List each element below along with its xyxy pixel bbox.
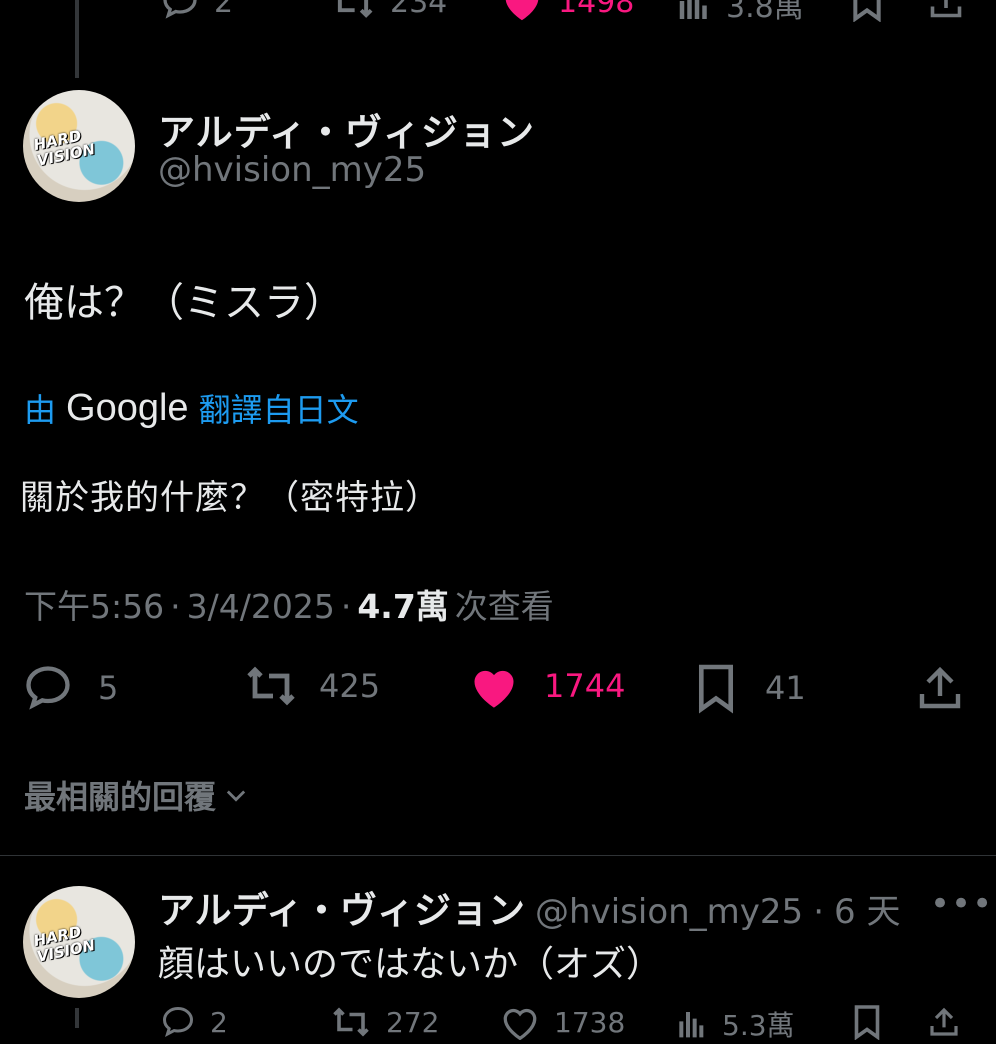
share-action[interactable] xyxy=(928,0,964,22)
views-action[interactable]: 3.8萬 xyxy=(676,0,804,26)
views-count: 4.7萬 xyxy=(357,587,449,626)
analytics-icon xyxy=(679,0,707,19)
meta-dot: · xyxy=(340,587,352,626)
views-count: 3.8萬 xyxy=(726,0,804,25)
translation-attribution[interactable]: 由 Google 翻譯自日文 xyxy=(24,385,359,431)
reply-header: アルディ・ヴィジョン @hvision_my25 · 6 天 xyxy=(158,880,900,934)
share-action[interactable] xyxy=(916,662,964,714)
tweet-actions: 5 425 1744 41 xyxy=(0,662,996,722)
tweet-meta: 下午5:56 · 3/4/2025 · 4.7萬 次查看 xyxy=(24,580,554,628)
share-icon xyxy=(930,0,962,18)
avatar-logo: HARD VISION xyxy=(32,922,97,966)
bookmark-action[interactable]: 41 xyxy=(695,662,806,714)
tweet-text: 俺は？（ミスラ） xyxy=(24,280,344,326)
share-icon xyxy=(930,1007,958,1036)
meta-dot: · xyxy=(170,587,181,626)
retweet-count: 425 xyxy=(319,667,381,705)
bookmark-icon xyxy=(854,1005,880,1040)
reply-action[interactable]: 2 xyxy=(160,1004,228,1040)
reply-count: 2 xyxy=(210,1005,228,1039)
user-handle[interactable]: @hvision_my25 xyxy=(158,150,426,190)
share-action[interactable] xyxy=(928,1004,960,1040)
google-logo: Google xyxy=(66,386,189,429)
reply-avatar[interactable]: HARD VISION xyxy=(23,886,135,998)
reply-icon xyxy=(162,1006,194,1037)
more-options-icon[interactable]: ••• xyxy=(930,884,993,924)
like-count: 1738 xyxy=(554,1005,626,1039)
retweet-icon xyxy=(337,0,373,18)
retweet-action[interactable]: 272 xyxy=(330,1004,439,1040)
heart-icon xyxy=(505,0,539,21)
reply-sort-dropdown[interactable]: 最相關的回覆 xyxy=(24,772,250,818)
tweet-date[interactable]: 3/4/2025 xyxy=(187,587,335,626)
analytics-icon xyxy=(679,1012,704,1038)
avatar-logo: HARD VISION xyxy=(32,126,97,170)
display-name[interactable]: アルディ・ヴィジョン xyxy=(158,102,535,156)
views-count: 5.3萬 xyxy=(722,1009,795,1042)
views-action[interactable]: 5.3萬 xyxy=(676,1004,795,1044)
chevron-down-icon xyxy=(226,790,246,802)
reply-icon xyxy=(163,0,197,19)
heart-icon xyxy=(474,670,514,708)
sort-label: 最相關的回覆 xyxy=(24,778,217,816)
avatar[interactable]: HARD VISION xyxy=(23,90,135,202)
reply-display-name[interactable]: アルディ・ヴィジョン xyxy=(158,880,525,934)
reply-text: 顔はいいのではないか（オズ） xyxy=(158,944,663,985)
translate-suffix: 翻譯自日文 xyxy=(198,391,359,429)
bookmark-icon xyxy=(698,664,734,714)
views-label: 次查看 xyxy=(454,587,554,626)
translate-prefix: 由 xyxy=(24,391,57,429)
reply-count: 5 xyxy=(98,669,119,707)
reply-action[interactable]: 5 xyxy=(22,662,118,714)
retweet-count: 234 xyxy=(390,0,448,20)
reply-icon xyxy=(26,666,70,710)
like-action[interactable]: 1498 xyxy=(500,0,634,22)
like-action[interactable]: 1738 xyxy=(500,1004,625,1040)
bookmark-action[interactable] xyxy=(852,1004,882,1040)
meta-dot: · xyxy=(813,892,824,932)
retweet-icon xyxy=(247,666,295,706)
reply-action[interactable]: 2 xyxy=(160,0,233,22)
retweet-action[interactable]: 425 xyxy=(243,662,380,710)
bookmark-icon xyxy=(853,0,881,22)
bookmark-count: 41 xyxy=(765,669,806,707)
translated-text: 關於我的什麼？（密特拉） xyxy=(20,478,440,518)
reply-handle[interactable]: @hvision_my25 xyxy=(535,892,803,932)
reply-age[interactable]: 6 天 xyxy=(834,884,900,933)
reply-actions: 2 272 1738 5.3萬 xyxy=(0,1004,996,1044)
retweet-icon xyxy=(333,1007,369,1037)
reply-count: 2 xyxy=(214,0,234,20)
like-action[interactable]: 1744 xyxy=(468,662,625,710)
previous-tweet-actions: 2 234 1498 3.8萬 xyxy=(0,0,996,25)
heart-outline-icon xyxy=(503,1008,537,1040)
retweet-count: 272 xyxy=(386,1005,440,1039)
divider xyxy=(0,855,996,856)
retweet-action[interactable]: 234 xyxy=(330,0,447,22)
tweet-time[interactable]: 下午5:56 xyxy=(24,580,164,628)
like-count: 1744 xyxy=(544,667,626,705)
like-count: 1498 xyxy=(558,0,635,20)
share-icon xyxy=(919,666,961,709)
bookmark-action[interactable] xyxy=(850,0,884,22)
